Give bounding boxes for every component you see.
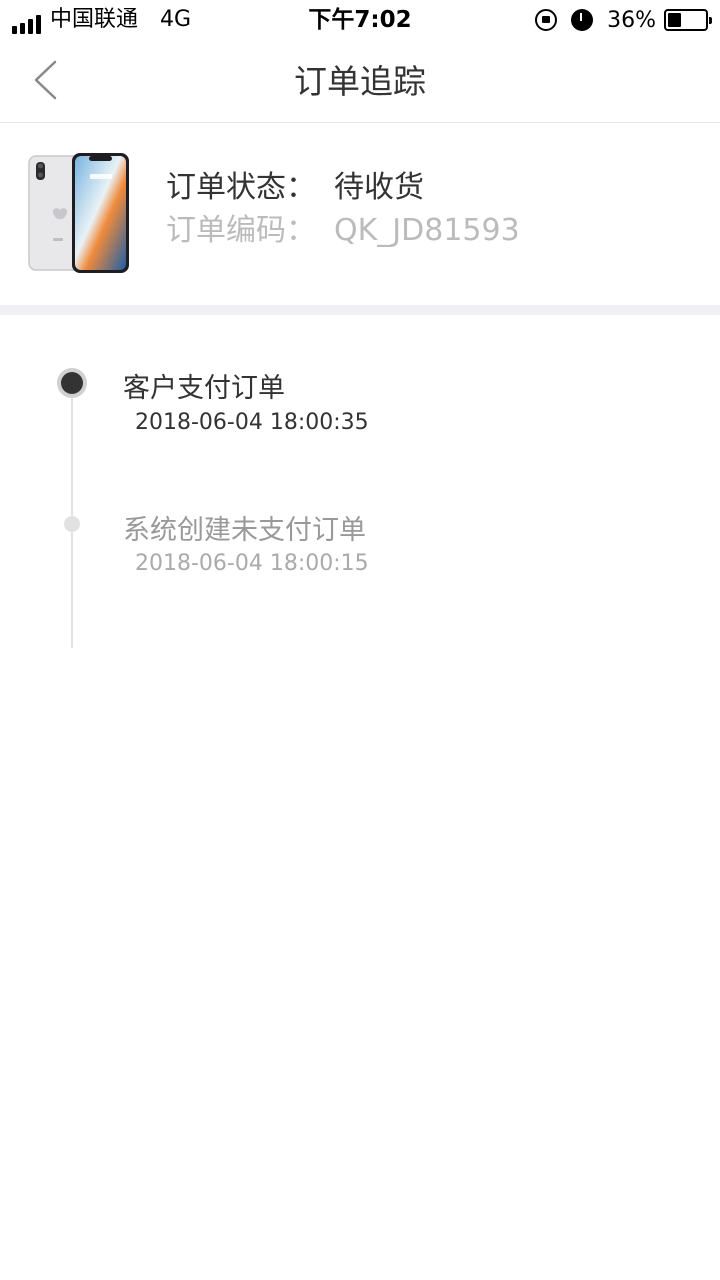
timeline-event-title: 客户支付订单 <box>123 373 285 404</box>
timeline-node-active <box>57 368 87 398</box>
product-image <box>28 153 129 273</box>
order-status-row: 订单状态： 待收货 <box>166 162 424 206</box>
status-bar: 中国联通 4G 下午7:02 36% <box>0 0 720 40</box>
order-code-row: 订单编码： QK_JD81593 <box>166 205 520 249</box>
page-title: 订单追踪 <box>294 62 426 101</box>
battery-fill <box>668 13 681 27</box>
status-bar-right: 36% <box>535 6 712 34</box>
chevron-left-icon <box>34 60 57 100</box>
battery-percent: 36% <box>607 7 656 33</box>
battery-icon <box>664 9 712 31</box>
timeline-event-title: 系统创建未支付订单 <box>123 515 366 546</box>
order-tracking-screen: 中国联通 4G 下午7:02 36% 订单追踪 订单状态： 待收货 订单编码： … <box>0 0 720 1280</box>
timeline-event-time: 2018-06-04 18:00:35 <box>135 410 369 435</box>
order-code-label: 订单编码： <box>166 213 316 248</box>
timeline-node-inactive <box>64 516 80 532</box>
rotation-lock-icon <box>535 9 558 31</box>
navigation-bar: 订单追踪 <box>0 40 720 123</box>
section-divider <box>0 305 720 315</box>
order-status-value: 待收货 <box>334 170 424 205</box>
back-button[interactable] <box>22 58 66 102</box>
timeline-event-time: 2018-06-04 18:00:15 <box>135 551 369 576</box>
order-code-value: QK_JD81593 <box>334 213 520 248</box>
alarm-icon <box>571 9 594 31</box>
order-status-label: 订单状态： <box>166 170 316 205</box>
order-summary: 订单状态： 待收货 订单编码： QK_JD81593 <box>0 124 720 305</box>
